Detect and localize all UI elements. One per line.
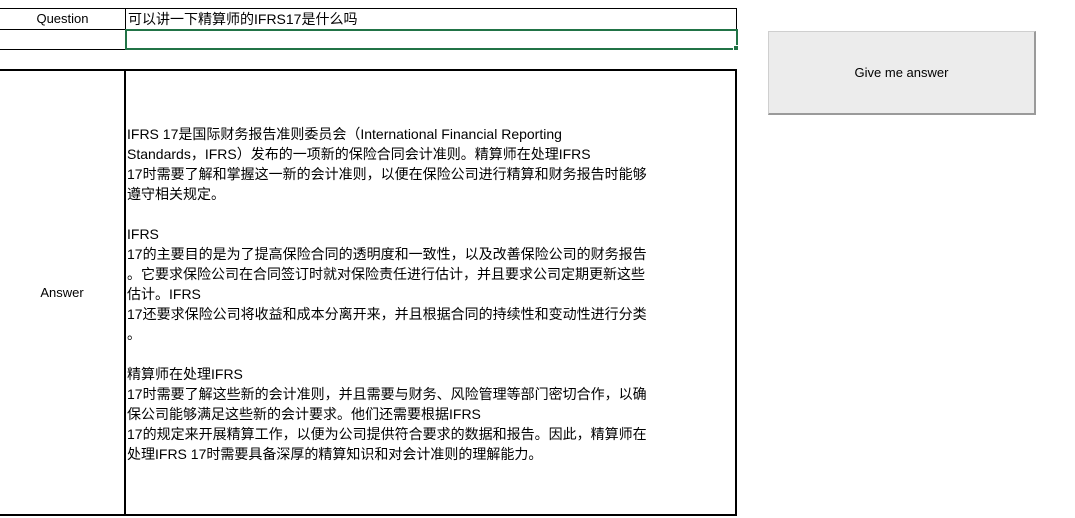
answer-line: 。它要求保险公司在合同签订时就对保险责任进行估计，并且要求公司定期更新这些 <box>127 266 645 282</box>
give-me-answer-label: Give me answer <box>854 65 949 80</box>
answer-output-cell[interactable]: IFRS 17是国际财务报告准则委员会（International Financ… <box>124 69 737 516</box>
spreadsheet: Question 可以讲一下精算师的IFRS17是什么吗 Answer IFRS… <box>0 0 1075 518</box>
answer-label-cell[interactable]: Answer <box>0 69 126 516</box>
answer-line: 。 <box>127 326 141 342</box>
answer-line: 估计。IFRS <box>127 286 201 302</box>
answer-paragraph-1: IFRS 17是国际财务报告准则委员会（International Financ… <box>127 124 723 204</box>
answer-line: Standards，IFRS）发布的一项新的保险合同会计准则。精算师在处理IFR… <box>127 146 591 162</box>
answer-line: IFRS 17是国际财务报告准则委员会（International Financ… <box>127 126 562 142</box>
answer-paragraph-2: IFRS 17的主要目的是为了提高保险合同的透明度和一致性，以及改善保险公司的财… <box>127 224 723 344</box>
answer-line: 处理IFRS 17时需要具备深厚的精算知识和对会计准则的理解能力。 <box>127 446 543 462</box>
answer-line: 遵守相关规定。 <box>127 186 225 202</box>
question-label-cell[interactable]: Question <box>0 8 126 30</box>
answer-line: IFRS <box>127 226 159 242</box>
answer-paragraph-3: 精算师在处理IFRS 17时需要了解这些新的会计准则，并且需要与财务、风险管理等… <box>127 364 723 464</box>
empty-label-cell[interactable] <box>0 29 126 50</box>
selected-empty-cell[interactable] <box>125 29 738 50</box>
answer-line: 17还要求保险公司将收益和成本分离开来，并且根据合同的持续性和变动性进行分类 <box>127 306 647 322</box>
answer-line: 保公司能够满足这些新的会计要求。他们还需要根据IFRS <box>127 406 481 422</box>
fill-handle[interactable] <box>733 45 739 51</box>
question-input-cell[interactable]: 可以讲一下精算师的IFRS17是什么吗 <box>125 8 737 30</box>
answer-line: 17时需要了解这些新的会计准则，并且需要与财务、风险管理等部门密切合作，以确 <box>127 386 647 402</box>
give-me-answer-button[interactable]: Give me answer <box>768 31 1036 115</box>
answer-line: 17的主要目的是为了提高保险合同的透明度和一致性，以及改善保险公司的财务报告 <box>127 246 647 262</box>
answer-line: 精算师在处理IFRS <box>127 366 243 382</box>
answer-line: 17的规定来开展精算工作，以便为公司提供符合要求的数据和报告。因此，精算师在 <box>127 426 647 442</box>
answer-line: 17时需要了解和掌握这一新的会计准则，以便在保险公司进行精算和财务报告时能够 <box>127 166 647 182</box>
answer-label: Answer <box>40 284 84 300</box>
